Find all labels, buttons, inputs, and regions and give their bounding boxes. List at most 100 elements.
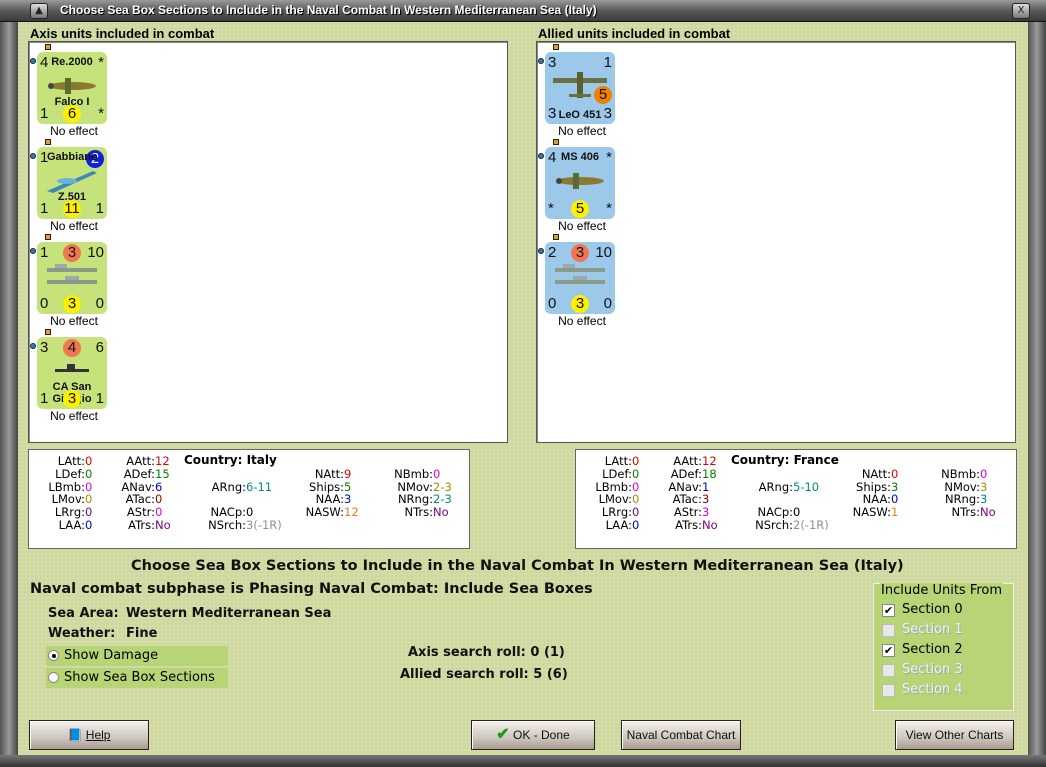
stat-value: No bbox=[980, 505, 996, 520]
sea-box-marker-icon bbox=[553, 139, 559, 145]
close-button[interactable]: X bbox=[1012, 3, 1030, 19]
axis-stats-panel: Country: Italy LAtt: 0 AAtt: 12 LDef: 0 ADe… bbox=[28, 449, 470, 549]
show-sea-box-sections-radio[interactable]: Show Sea Box Sections bbox=[46, 668, 228, 688]
attack-value: 2 bbox=[548, 244, 557, 261]
stat-label: NASW: bbox=[305, 505, 344, 520]
sea-box-marker-icon bbox=[553, 44, 559, 50]
minimize-button[interactable]: ▲ bbox=[30, 3, 48, 19]
unit-counter[interactable]: 4 * MS 406 * * 5 bbox=[545, 147, 615, 219]
unit-entry[interactable]: 1 2 Gabbiano Z.501 1 1 11 No effect bbox=[29, 137, 109, 233]
checkbox-box[interactable]: ✔ bbox=[882, 604, 895, 617]
fighter-plane-icon bbox=[45, 72, 99, 98]
help-button[interactable]: 📘 Help bbox=[29, 720, 149, 750]
checkbox-box[interactable] bbox=[882, 664, 895, 677]
axis-units-list[interactable]: 4 * Re.2000 Falco I 1 * 6 No effect 1 2 Gabbiano Z.… bbox=[28, 41, 508, 443]
range-value: 1 bbox=[603, 54, 612, 71]
factor-value: * bbox=[606, 200, 612, 217]
combat-effect: No effect bbox=[50, 124, 98, 138]
section-4-checkbox[interactable]: Section 4 bbox=[882, 682, 963, 700]
view-other-charts-button[interactable]: View Other Charts bbox=[895, 720, 1014, 750]
factor-value: 1 bbox=[95, 390, 104, 407]
weather-label: Weather: bbox=[48, 626, 116, 641]
unit-entry[interactable]: 3 1 LeO 451 3 3 5 No effect bbox=[537, 42, 617, 138]
unit-counter[interactable]: 364CA San Giorgio113 bbox=[37, 337, 107, 409]
radio-label: Show Damage bbox=[64, 648, 159, 663]
stat-label: ATrs: bbox=[675, 518, 702, 532]
factor-value: 0 bbox=[40, 295, 49, 312]
attack-value: 3 bbox=[548, 54, 557, 71]
ok-done-button[interactable]: ✔ OK - Done bbox=[471, 720, 595, 750]
allied-header: Allied units included in combat bbox=[538, 26, 731, 41]
section-3-checkbox[interactable]: Section 3 bbox=[882, 662, 963, 680]
checkbox-box[interactable] bbox=[882, 684, 895, 697]
stat-label: NTrs: bbox=[404, 505, 433, 520]
status-marker-icon bbox=[30, 343, 36, 349]
combat-effect: No effect bbox=[558, 124, 606, 138]
dialog-heading: Choose Sea Box Sections to Include in th… bbox=[131, 558, 904, 574]
combat-effect: No effect bbox=[558, 314, 606, 328]
unit-counter[interactable]: 1 10 3 0 0 3 bbox=[37, 242, 107, 314]
checkbox-label: Section 1 bbox=[902, 622, 963, 637]
stat-value: 1 bbox=[891, 505, 899, 520]
show-damage-radio[interactable]: Show Damage bbox=[46, 646, 228, 666]
unit-name: Gabbiano bbox=[47, 151, 98, 163]
axis-search-roll: Axis search roll: 0 (1) bbox=[408, 645, 565, 660]
axis-header: Axis units included in combat bbox=[30, 26, 215, 41]
unit-entry[interactable]: 364CA San Giorgio113No effect bbox=[29, 327, 109, 423]
stat-value: 5-10 bbox=[793, 479, 820, 494]
range-value: 10 bbox=[595, 244, 612, 261]
factor-value: * bbox=[98, 105, 104, 122]
movement-value: 6 bbox=[63, 105, 81, 123]
cruiser-icon bbox=[45, 357, 99, 383]
radio-label: Show Sea Box Sections bbox=[64, 670, 215, 685]
seaplane-icon bbox=[45, 167, 99, 193]
combat-effect: No effect bbox=[50, 314, 98, 328]
sea-box-marker-icon bbox=[45, 44, 51, 50]
range-value: * bbox=[98, 54, 104, 71]
sea-area-value: Western Mediterranean Sea bbox=[126, 606, 332, 621]
unit-counter[interactable]: 4 * Re.2000 Falco I 1 * 6 bbox=[37, 52, 107, 124]
section-1-checkbox[interactable]: Section 1 bbox=[882, 622, 963, 640]
sea-box-marker-icon bbox=[45, 139, 51, 145]
stat-laa: LAA: 0 bbox=[562, 518, 640, 532]
movement-value: 3 bbox=[63, 295, 81, 313]
unit-entry[interactable]: 4 * Re.2000 Falco I 1 * 6 No effect bbox=[29, 42, 109, 138]
sea-box-marker-icon bbox=[553, 234, 559, 240]
factor-value: 1 bbox=[40, 200, 49, 217]
checkmark-icon: ✔ bbox=[496, 726, 510, 743]
status-marker-icon bbox=[538, 248, 544, 254]
movement-value: 3 bbox=[63, 390, 81, 408]
checkbox-box[interactable] bbox=[882, 624, 895, 637]
unit-counter[interactable]: 2 10 3 0 0 3 bbox=[545, 242, 615, 314]
unit-entry[interactable]: 4 * MS 406 * * 5 No effect bbox=[537, 137, 617, 233]
radio-indicator[interactable] bbox=[48, 650, 59, 661]
section-2-checkbox[interactable]: ✔ Section 2 bbox=[882, 642, 963, 660]
stat-nsrch: NSrch: 2(-1R) bbox=[723, 518, 829, 532]
help-label: Help bbox=[85, 728, 111, 742]
checkbox-box[interactable]: ✔ bbox=[882, 644, 895, 657]
stat-nasw: NASW: 1 bbox=[821, 505, 899, 520]
unit-counter[interactable]: 3 1 LeO 451 3 3 5 bbox=[545, 52, 615, 124]
unit-entry[interactable]: 1 10 3 0 0 3 No effect bbox=[29, 232, 109, 328]
window-frame-left bbox=[0, 22, 18, 755]
include-units-legend: Include Units From bbox=[880, 583, 1004, 598]
defense-value: 3 bbox=[63, 244, 81, 262]
attack-value: 3 bbox=[40, 339, 49, 356]
unit-counter[interactable]: 1 2 Gabbiano Z.501 1 1 11 bbox=[37, 147, 107, 219]
transport-ships-icon bbox=[45, 262, 99, 288]
unit-entry[interactable]: 2 10 3 0 0 3 No effect bbox=[537, 232, 617, 328]
allied-country: Country: France bbox=[731, 453, 839, 467]
naval-combat-chart-button[interactable]: Naval Combat Chart bbox=[621, 720, 741, 750]
stat-atrs: ATrs: No bbox=[85, 518, 171, 532]
stat-label: NSrch: bbox=[755, 518, 793, 532]
factor-value: 1 bbox=[95, 200, 104, 217]
section-0-checkbox[interactable]: ✔ Section 0 bbox=[882, 602, 963, 620]
radio-indicator[interactable] bbox=[48, 672, 59, 683]
allied-search-roll: Allied search roll: 5 (6) bbox=[400, 667, 568, 682]
stat-label: LAA: bbox=[58, 518, 85, 532]
axis-country: Country: Italy bbox=[184, 453, 277, 467]
allied-units-list[interactable]: 3 1 LeO 451 3 3 5 No effect 4 * MS 406 * * 5 No effec… bbox=[536, 41, 1016, 443]
allied-stats-panel: Country: France LAtt: 0 AAtt: 12 LDef: 0 AD… bbox=[575, 449, 1017, 549]
stat-value: No bbox=[702, 518, 718, 532]
factor-value: 0 bbox=[603, 295, 612, 312]
